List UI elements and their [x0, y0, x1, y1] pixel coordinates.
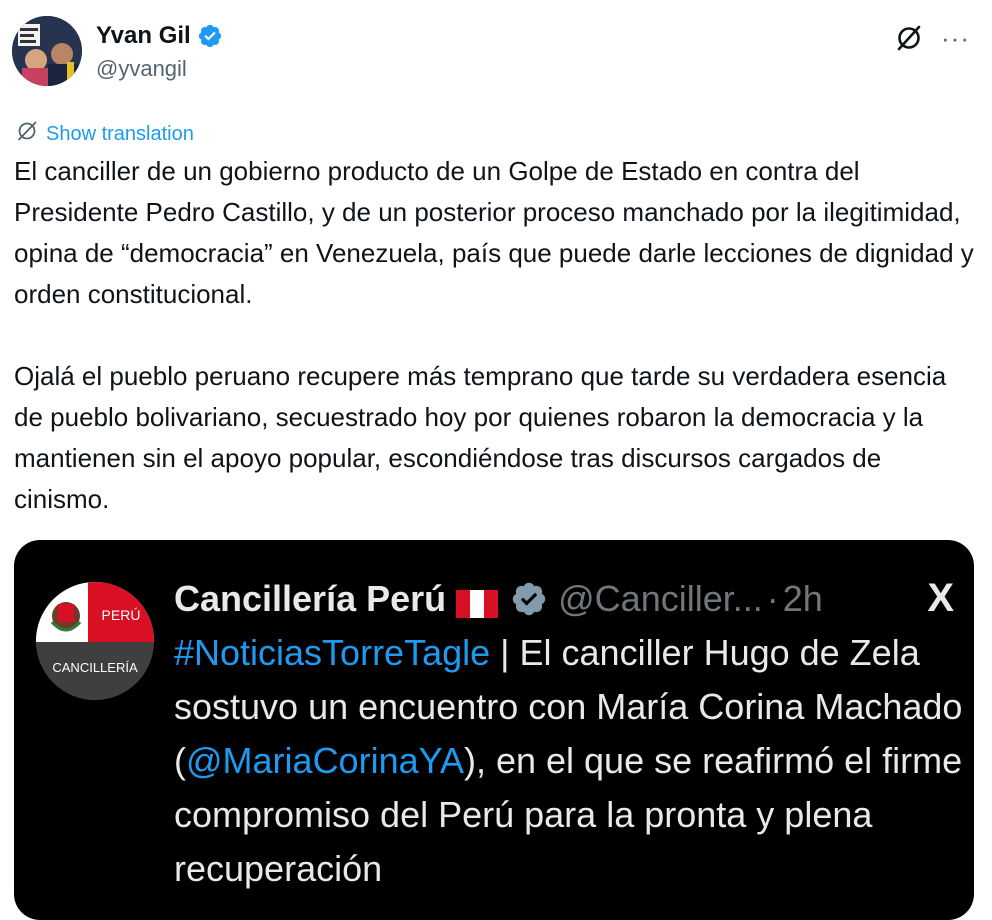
verified-badge-icon [197, 23, 223, 49]
quoted-tweet-card[interactable]: PERÚ CANCILLERÍA Cancillería Perú @Canci… [14, 540, 974, 920]
more-options-icon[interactable]: ··· [941, 25, 970, 51]
author-avatar[interactable] [12, 16, 82, 86]
author-name[interactable]: Yvan Gil [96, 22, 191, 50]
tweet-text: El canciller de un gobierno producto de … [14, 151, 982, 520]
quoted-separator: · [766, 577, 779, 619]
show-translation-label[interactable]: Show translation [46, 123, 194, 146]
tweet-header: Yvan Gil @yvangil ··· [12, 16, 980, 92]
quoted-header: Cancillería Perú @Canciller... · 2h X [174, 576, 954, 621]
quoted-author-handle[interactable]: @Canciller... [558, 578, 763, 620]
grok-icon[interactable] [895, 24, 923, 52]
quoted-tweet-text: #NoticiasTorreTagle | El canciller Hugo … [174, 626, 964, 896]
quoted-author-name[interactable]: Cancillería Perú [174, 578, 446, 620]
x-logo-icon: X [927, 576, 954, 620]
show-translation-button[interactable]: Show translation [16, 120, 194, 148]
author-handle[interactable]: @yvangil [96, 56, 223, 82]
tweet-paragraph: El canciller de un gobierno producto de … [14, 156, 982, 309]
tweet-paragraph: Ojalá el pueblo peruano recupere más tem… [14, 361, 954, 514]
quoted-avatar-label-top: PERÚ [102, 607, 141, 623]
hashtag-link[interactable]: #NoticiasTorreTagle [174, 632, 490, 673]
quoted-author-avatar[interactable]: PERÚ CANCILLERÍA [36, 582, 154, 700]
translate-icon [16, 120, 38, 148]
gray-verified-badge-icon [510, 580, 548, 618]
peru-flag-icon [456, 585, 499, 618]
quoted-avatar-label-bottom: CANCILLERÍA [52, 660, 138, 675]
quoted-timestamp[interactable]: 2h [783, 578, 823, 620]
mention-link[interactable]: @MariaCorinaYA [186, 740, 464, 781]
